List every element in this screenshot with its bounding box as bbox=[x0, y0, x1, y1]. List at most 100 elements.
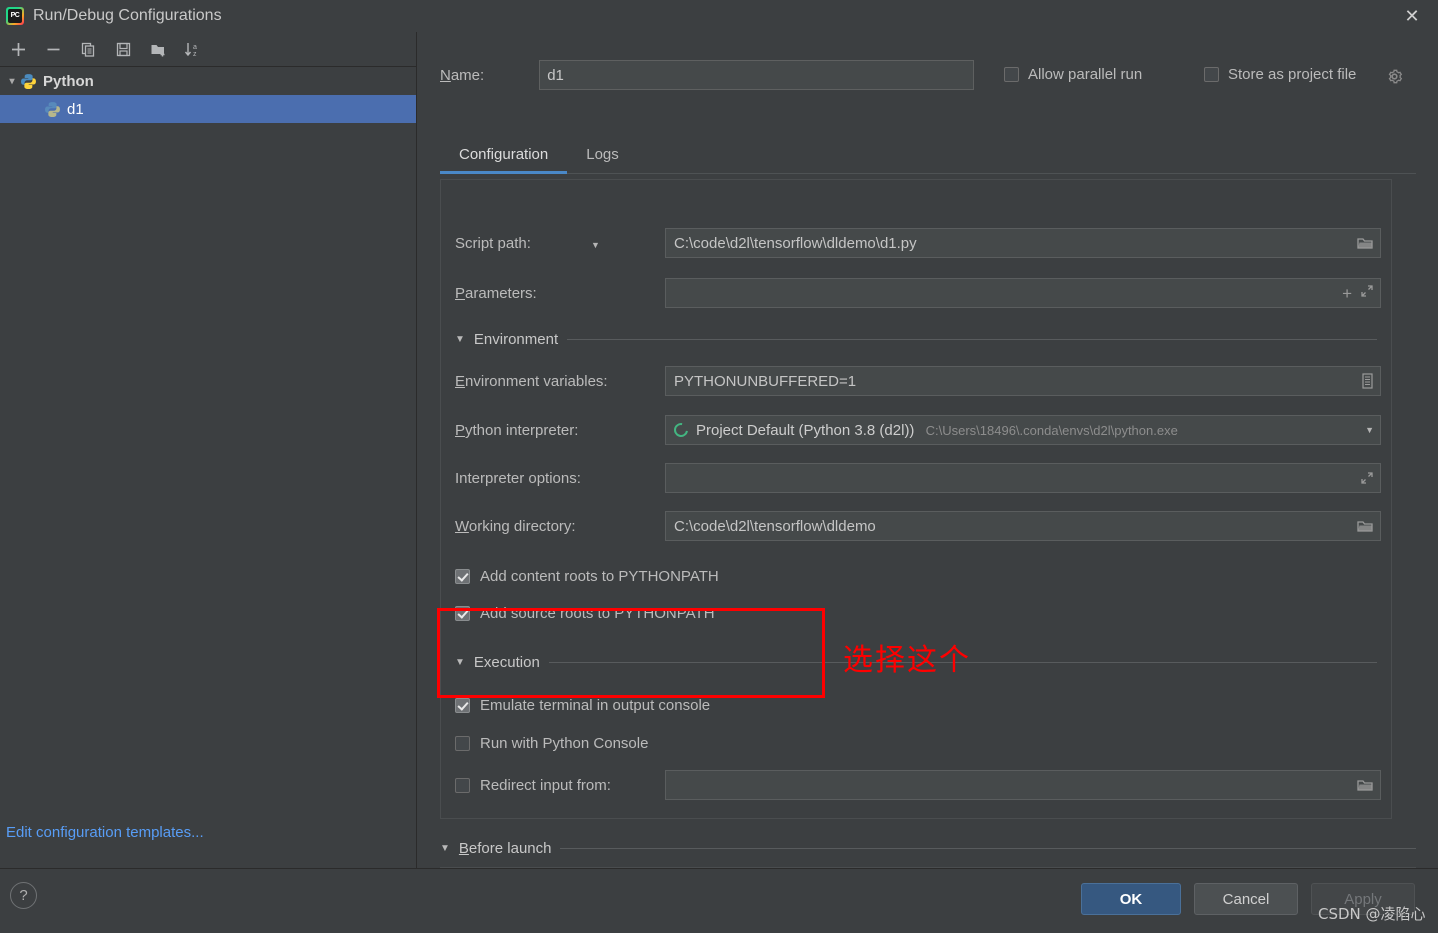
environment-variables-label: Environment variables: bbox=[455, 372, 608, 390]
expand-icon[interactable] bbox=[1360, 284, 1374, 302]
edit-configuration-templates-link[interactable]: Edit configuration templates... bbox=[6, 824, 204, 841]
python-interpreter-dropdown[interactable]: Project Default (Python 3.8 (d2l)) C:\Us… bbox=[665, 415, 1381, 445]
chevron-down-icon[interactable]: ▼ bbox=[455, 334, 465, 345]
folder-open-icon[interactable] bbox=[1357, 519, 1374, 534]
before-launch-label: Before launch bbox=[458, 840, 552, 857]
annotation-note-text: 选择这个 bbox=[843, 643, 971, 678]
name-label: Name: bbox=[440, 66, 485, 84]
divider bbox=[560, 848, 1416, 849]
sort-configurations-button[interactable]: a z bbox=[177, 34, 209, 64]
add-configuration-button[interactable] bbox=[2, 34, 34, 64]
configuration-editor-panel: Name: Allow parallel run Store as projec… bbox=[418, 32, 1438, 897]
window-title: Run/Debug Configurations bbox=[33, 7, 222, 24]
chevron-down-icon[interactable]: ▾ bbox=[4, 76, 20, 87]
help-button[interactable]: ? bbox=[10, 882, 37, 909]
parameters-row: Parameters: + bbox=[455, 278, 1381, 308]
add-content-roots-label: Add content roots to PYTHONPATH bbox=[480, 568, 719, 585]
dialog-button-bar: ? OK Cancel Apply bbox=[0, 868, 1438, 933]
emulate-terminal-checkbox[interactable]: Emulate terminal in output console bbox=[455, 697, 710, 714]
store-as-project-file-label: Store as project file bbox=[1228, 66, 1357, 83]
conda-env-icon bbox=[671, 420, 691, 440]
move-into-folder-button[interactable] bbox=[142, 34, 174, 64]
python-interpreter-path: C:\Users\18496\.conda\envs\d2l\python.ex… bbox=[925, 422, 1178, 438]
browse-variables-icon[interactable] bbox=[1361, 373, 1374, 389]
add-source-roots-checkbox[interactable]: Add source roots to PYTHONPATH bbox=[455, 605, 715, 622]
environment-variables-input[interactable]: PYTHONUNBUFFERED=1 bbox=[665, 366, 1381, 396]
script-path-input[interactable]: C:\code\d2l\tensorflow\dldemo\d1.py bbox=[665, 228, 1381, 258]
tab-configuration[interactable]: Configuration bbox=[440, 140, 568, 174]
chevron-down-icon[interactable]: ▼ bbox=[591, 240, 600, 250]
execution-section-label: Execution bbox=[473, 654, 540, 671]
redirect-input-row: Redirect input from: bbox=[455, 770, 1381, 800]
before-launch-label-rest: efore launch bbox=[468, 840, 552, 857]
copy-configuration-button[interactable] bbox=[72, 34, 104, 64]
working-directory-label: Working directory: bbox=[455, 517, 576, 535]
chevron-down-icon[interactable]: ▼ bbox=[455, 657, 465, 668]
close-icon[interactable]: ✕ bbox=[1386, 0, 1438, 32]
save-configuration-button[interactable] bbox=[107, 34, 139, 64]
script-path-row: Script path: ▼ C:\code\d2l\tensorflow\dl… bbox=[455, 228, 1381, 258]
allow-parallel-run-label: Allow parallel run bbox=[1028, 66, 1143, 83]
svg-text:z: z bbox=[193, 51, 197, 58]
script-path-label-text: Script path: bbox=[455, 234, 531, 252]
chevron-down-icon[interactable]: ▼ bbox=[1365, 425, 1374, 435]
configurations-toolbar: a z bbox=[0, 32, 416, 67]
chevron-down-icon[interactable]: ▼ bbox=[440, 843, 450, 854]
store-as-project-file-checkbox[interactable]: Store as project file bbox=[1204, 66, 1356, 83]
remove-configuration-button[interactable] bbox=[37, 34, 69, 64]
before-launch-section-header[interactable]: ▼ Before launch bbox=[440, 840, 1416, 857]
expand-icon[interactable] bbox=[1360, 471, 1374, 485]
configurations-left-panel: a z ▾ Python d1 Edit configuration templ… bbox=[0, 32, 417, 868]
add-content-roots-checkbox[interactable]: Add content roots to PYTHONPATH bbox=[455, 568, 719, 585]
checkbox-box[interactable] bbox=[455, 569, 470, 584]
configurations-tree: ▾ Python d1 bbox=[0, 67, 416, 123]
python-icon bbox=[45, 101, 60, 117]
script-path-label: Script path: ▼ bbox=[455, 235, 665, 252]
environment-section-header[interactable]: ▼ Environment bbox=[455, 331, 1377, 348]
add-source-roots-label: Add source roots to PYTHONPATH bbox=[480, 605, 715, 622]
environment-variables-row: Environment variables: PYTHONUNBUFFERED=… bbox=[455, 366, 1381, 396]
cancel-button[interactable]: Cancel bbox=[1194, 883, 1298, 915]
tab-logs[interactable]: Logs bbox=[567, 140, 638, 173]
checkbox-box[interactable] bbox=[1204, 67, 1219, 82]
watermark: CSDN @凌陷心 bbox=[1318, 905, 1426, 923]
run-with-python-console-checkbox[interactable]: Run with Python Console bbox=[455, 735, 648, 752]
checkbox-box[interactable] bbox=[1004, 67, 1019, 82]
divider bbox=[567, 339, 1377, 340]
interpreter-options-input[interactable] bbox=[665, 463, 1381, 493]
checkbox-box[interactable] bbox=[455, 606, 470, 621]
redirect-input-from-label: Redirect input from: bbox=[480, 776, 611, 794]
svg-text:a: a bbox=[193, 44, 197, 51]
pycharm-icon: PC bbox=[6, 7, 24, 25]
tree-item-d1[interactable]: d1 bbox=[0, 95, 416, 123]
folder-open-icon[interactable] bbox=[1357, 778, 1374, 793]
window-title-bar: PC Run/Debug Configurations ✕ bbox=[0, 0, 1438, 32]
emulate-terminal-label: Emulate terminal in output console bbox=[480, 697, 711, 714]
environment-section-label: Environment bbox=[473, 331, 559, 348]
folder-open-icon[interactable] bbox=[1357, 236, 1374, 251]
checkbox-box[interactable] bbox=[455, 698, 470, 713]
configuration-form: Script path: ▼ C:\code\d2l\tensorflow\dl… bbox=[440, 179, 1392, 819]
script-path-value: C:\code\d2l\tensorflow\dldemo\d1.py bbox=[674, 234, 917, 252]
ok-button[interactable]: OK bbox=[1081, 883, 1181, 915]
tree-group-python[interactable]: ▾ Python bbox=[0, 67, 416, 95]
working-directory-value: C:\code\d2l\tensorflow\dldemo bbox=[674, 517, 876, 535]
working-directory-row: Working directory: C:\code\d2l\tensorflo… bbox=[455, 511, 1381, 541]
allow-parallel-run-checkbox[interactable]: Allow parallel run bbox=[1004, 66, 1142, 83]
parameters-label: Parameters: bbox=[455, 284, 537, 302]
name-input[interactable] bbox=[539, 60, 975, 90]
python-interpreter-label: Python interpreter: bbox=[455, 421, 579, 439]
parameters-input[interactable]: + bbox=[665, 278, 1381, 308]
plus-icon[interactable]: + bbox=[1342, 285, 1352, 302]
name-row: Name: bbox=[440, 60, 975, 90]
redirect-input-field[interactable] bbox=[665, 770, 1381, 800]
environment-variables-value: PYTHONUNBUFFERED=1 bbox=[674, 372, 857, 390]
checkbox-box[interactable] bbox=[455, 736, 470, 751]
working-directory-input[interactable]: C:\code\d2l\tensorflow\dldemo bbox=[665, 511, 1381, 541]
tree-group-label: Python bbox=[43, 72, 94, 90]
redirect-input-from-checkbox[interactable]: Redirect input from: bbox=[455, 777, 665, 794]
interpreter-options-label: Interpreter options: bbox=[455, 469, 581, 487]
interpreter-options-row: Interpreter options: bbox=[455, 463, 1381, 493]
checkbox-box[interactable] bbox=[455, 777, 470, 793]
gear-icon[interactable] bbox=[1386, 68, 1403, 89]
